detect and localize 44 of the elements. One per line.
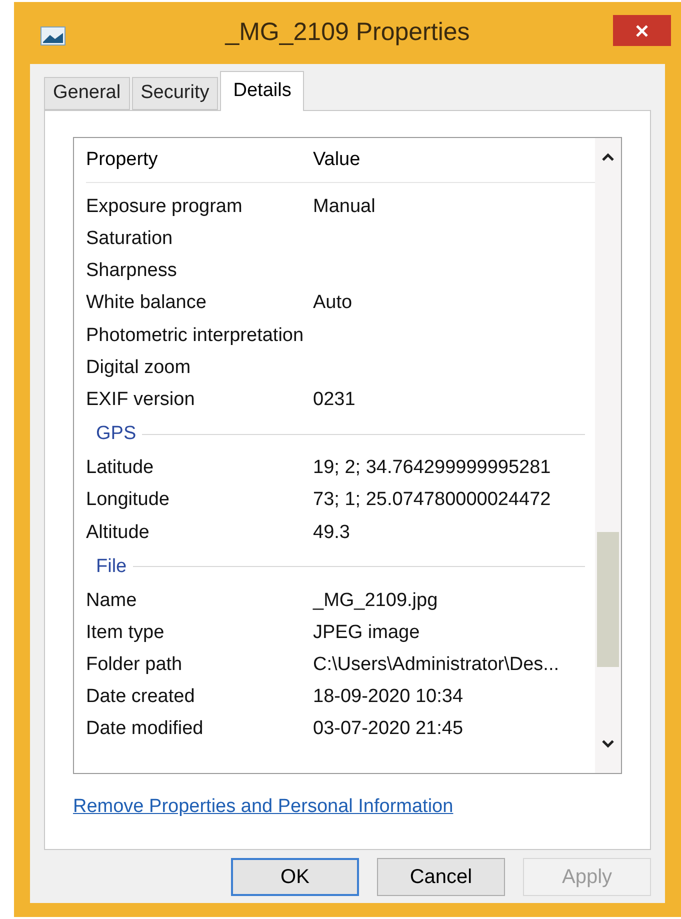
column-header[interactable]: Value — [313, 146, 360, 174]
property-name: Longitude — [86, 488, 170, 512]
property-name: White balance — [86, 291, 208, 316]
property-value: Auto — [313, 291, 352, 316]
close-button[interactable] — [613, 15, 671, 46]
property-name: Photometric interpretation — [86, 324, 305, 348]
group-heading: GPS — [96, 422, 136, 446]
scroll-up-icon — [601, 152, 615, 162]
property-name: Digital zoom — [86, 356, 192, 380]
close-icon — [635, 24, 649, 38]
property-name: Name — [86, 588, 138, 613]
remove-properties-link[interactable]: Remove Properties and Personal Information — [73, 792, 454, 822]
property-value: 19; 2; 34.764299999995281 — [313, 456, 551, 480]
property-name: Date modified — [86, 717, 204, 742]
property-name: EXIF version — [86, 388, 196, 412]
property-name: Item type — [86, 620, 166, 645]
scroll-down-icon — [601, 739, 615, 749]
property-name: Latitude — [86, 456, 155, 480]
property-value: Manual — [313, 194, 376, 219]
property-value: 03-07-2020 21:45 — [313, 717, 464, 742]
window-title: _MG_2109 Properties — [225, 17, 470, 48]
dialog-button[interactable]: OK — [231, 858, 359, 896]
property-value: 49.3 — [313, 520, 350, 545]
property-name: Altitude — [86, 520, 150, 545]
property-name: Sharpness — [86, 259, 178, 284]
property-value: 0231 — [313, 388, 356, 412]
group-heading: File — [96, 554, 127, 579]
tab[interactable]: Details — [220, 71, 304, 111]
property-value: 73; 1; 25.074780000024472 — [313, 488, 551, 512]
dialog-button[interactable]: Cancel — [377, 858, 505, 896]
image-file-icon — [40, 26, 66, 46]
tab[interactable]: Security — [132, 77, 218, 110]
column-header[interactable]: Property — [86, 146, 313, 174]
property-name: Folder path — [86, 653, 184, 678]
tab[interactable]: General — [44, 77, 130, 110]
scrollbar[interactable] — [595, 138, 621, 773]
property-name: Exposure program — [86, 194, 244, 219]
property-value: C:\Users\Administrator\Des... — [313, 653, 559, 678]
property-name: Saturation — [86, 227, 174, 252]
property-value: JPEG image — [313, 620, 420, 645]
property-value: 18-09-2020 10:34 — [313, 685, 464, 710]
property-name: Date created — [86, 685, 196, 710]
scroll-thumb[interactable] — [597, 532, 619, 667]
property-value: _MG_2109.jpg — [313, 588, 438, 613]
